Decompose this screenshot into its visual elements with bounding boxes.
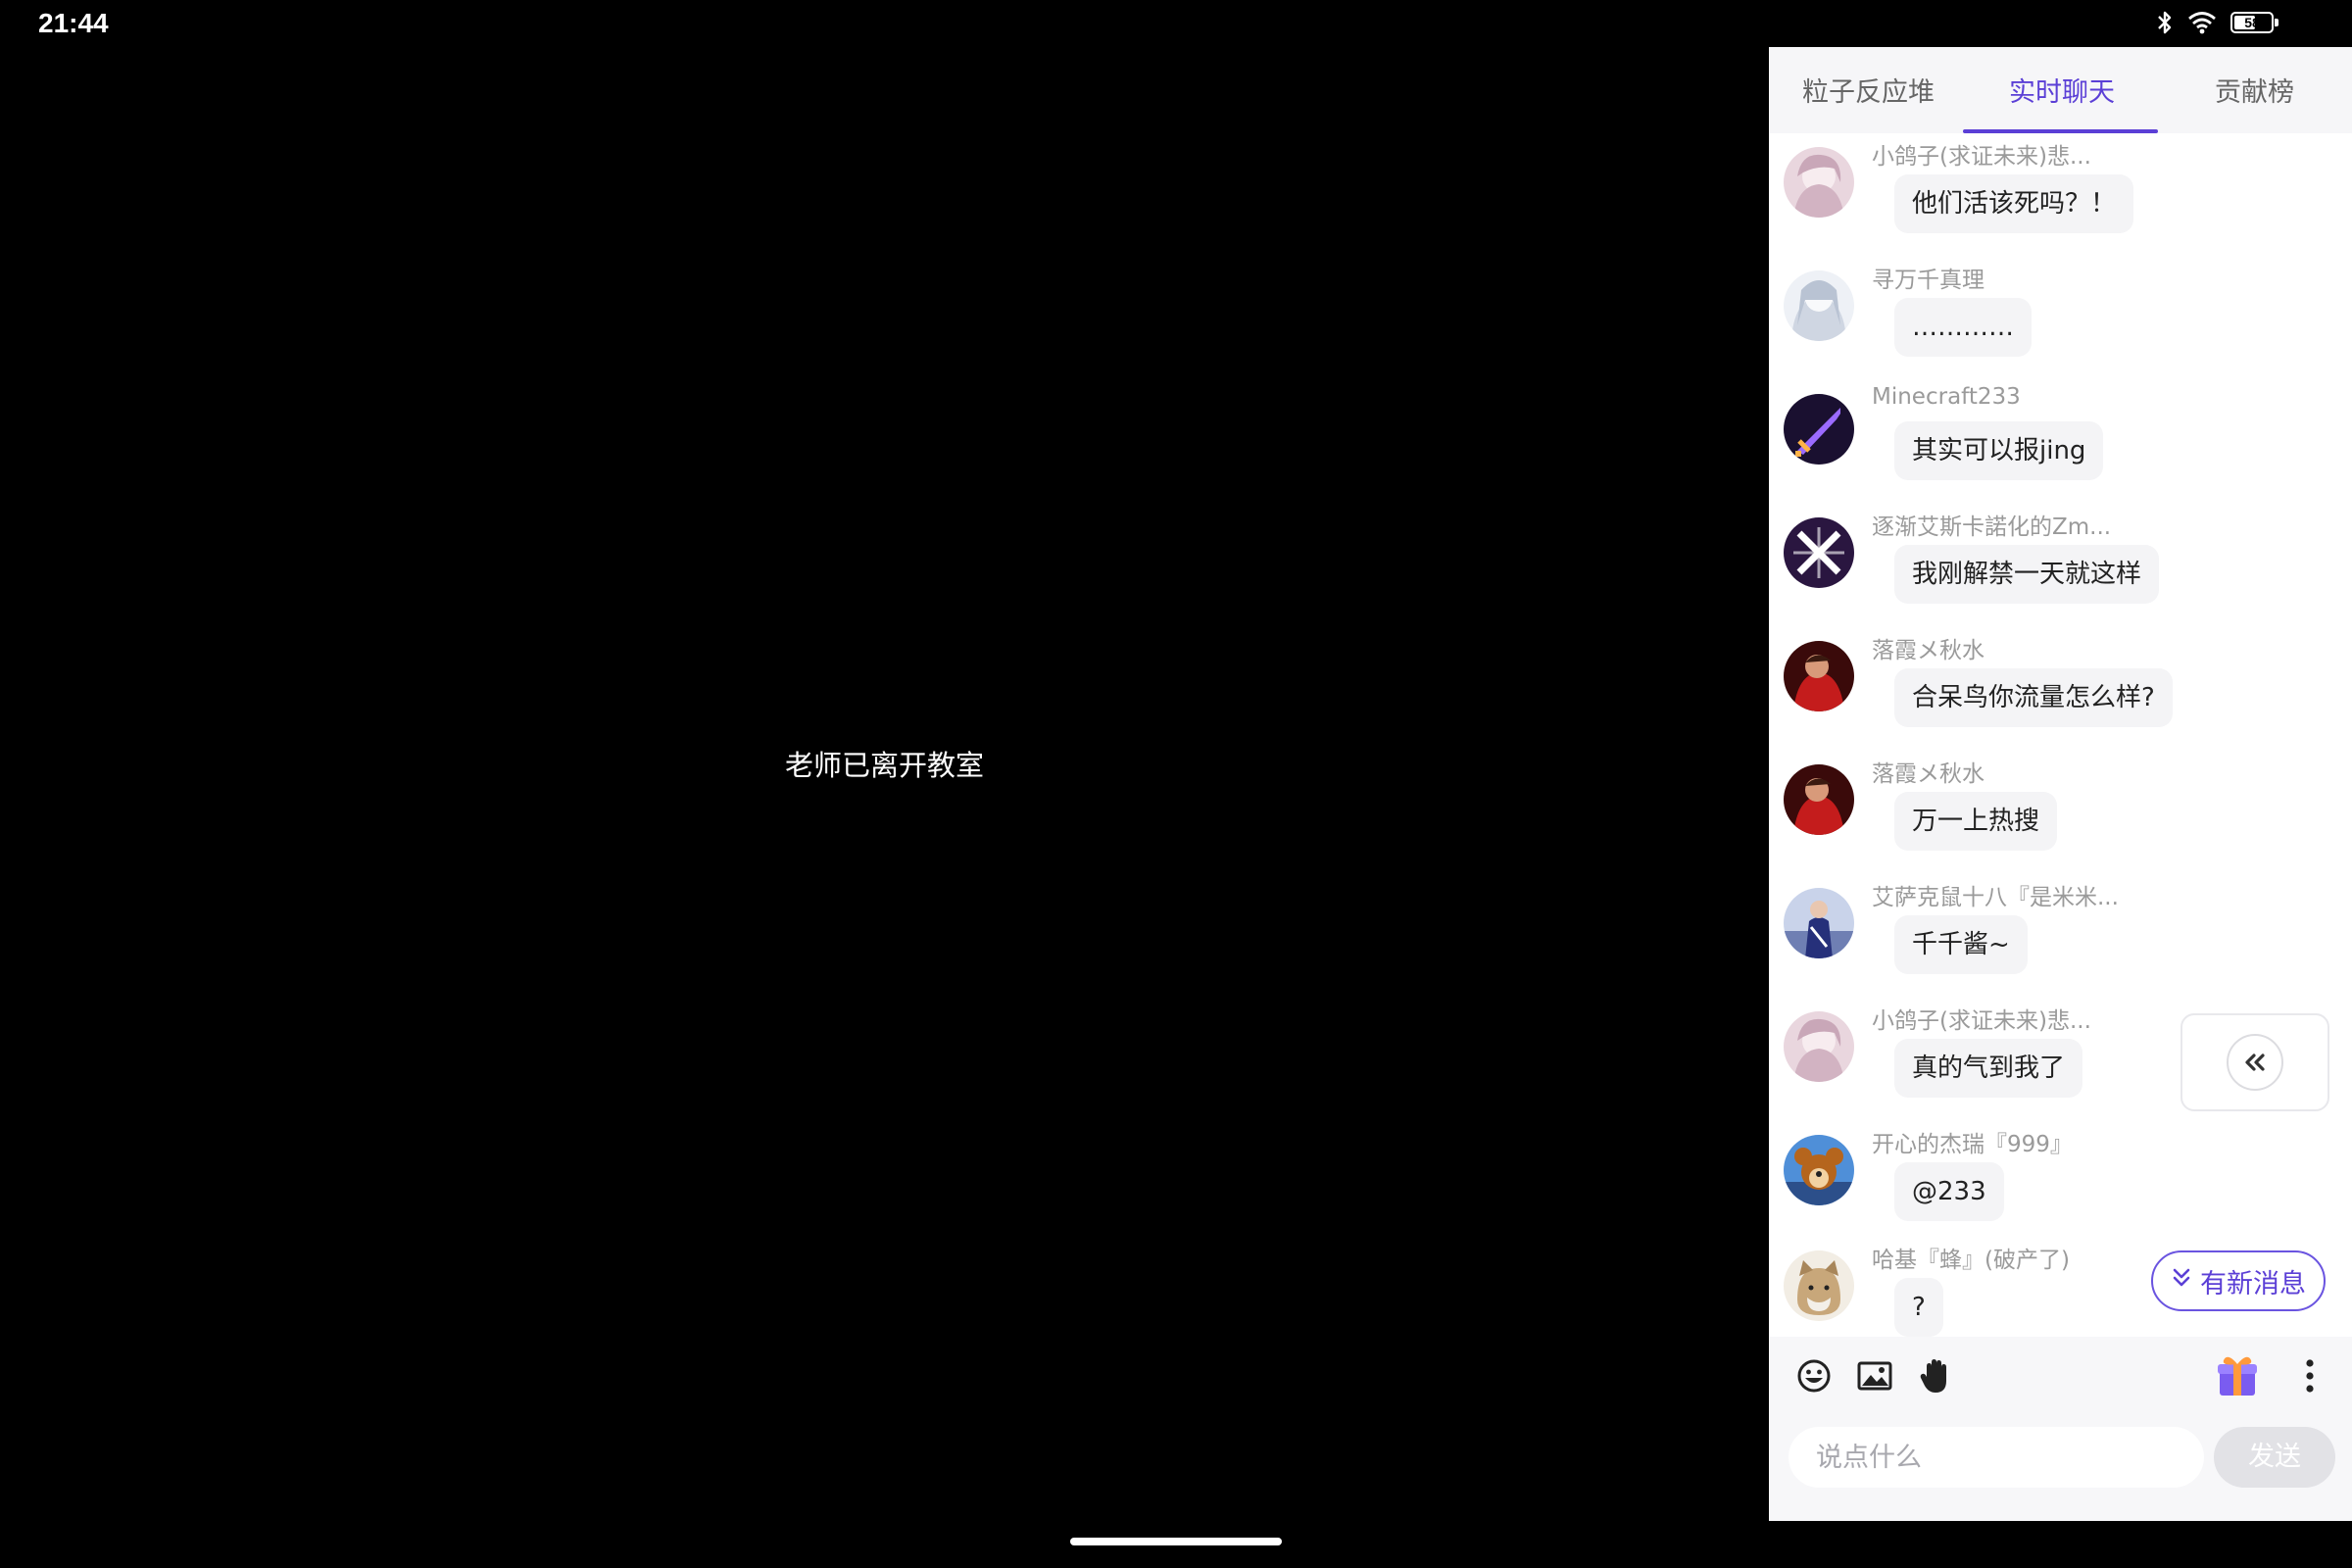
home-indicator[interactable] bbox=[1070, 1538, 1282, 1545]
chat-bubble: ? bbox=[1894, 1278, 1943, 1337]
chat-username[interactable]: 开心的杰瑞『999』 bbox=[1872, 1125, 2073, 1158]
image-icon[interactable] bbox=[1853, 1354, 1896, 1397]
chat-bubble: 合呆鸟你流量怎么样? bbox=[1894, 668, 2173, 727]
status-bar: 21:44 58 bbox=[0, 0, 2352, 47]
send-button[interactable]: 发送 bbox=[2214, 1427, 2335, 1488]
chat-bubble: 我刚解禁一天就这样 bbox=[1894, 545, 2160, 604]
avatar[interactable] bbox=[1784, 641, 1854, 711]
chat-message-list[interactable]: 小鸽子(求证未来)悲... 他们活该死吗？！ 寻万千真理 ………… Minecr… bbox=[1769, 133, 2352, 1337]
chat-username[interactable]: 逐渐艾斯卡諾化的Zm... bbox=[1872, 508, 2111, 541]
avatar[interactable] bbox=[1784, 764, 1854, 835]
collapse-panel-button[interactable] bbox=[2180, 1013, 2329, 1111]
battery-icon: 58 bbox=[2230, 12, 2278, 33]
chat-message: Minecraft233 其实可以报jing bbox=[1769, 384, 2352, 508]
chat-bubble: @233 bbox=[1894, 1162, 2004, 1221]
panel-tabs: 粒子反应堆 实时聊天 贡献榜 bbox=[1769, 47, 2352, 133]
tab-contribution-ranking[interactable]: 贡献榜 bbox=[2215, 71, 2294, 109]
chat-username[interactable]: 艾萨克鼠十八『是米米... bbox=[1872, 878, 2119, 911]
chat-username[interactable]: 落霞メ秋水 bbox=[1872, 631, 1984, 664]
chat-bubble: 他们活该死吗？！ bbox=[1894, 174, 2134, 233]
status-time: 21:44 bbox=[38, 8, 109, 38]
chat-message: 落霞メ秋水 万一上热搜 bbox=[1769, 755, 2352, 878]
tab-live-chat[interactable]: 实时聊天 bbox=[2009, 71, 2115, 109]
chat-bubble: 真的气到我了 bbox=[1894, 1039, 2083, 1098]
chat-message: 艾萨克鼠十八『是米米... 千千酱~ bbox=[1769, 878, 2352, 1002]
more-icon[interactable] bbox=[2288, 1354, 2331, 1397]
avatar[interactable] bbox=[1784, 394, 1854, 465]
chat-message: 寻万千真理 ………… bbox=[1769, 261, 2352, 384]
avatar[interactable] bbox=[1784, 270, 1854, 341]
chat-message: 小鸽子(求证未来)悲... 他们活该死吗？！ bbox=[1769, 137, 2352, 261]
chat-username[interactable]: 小鸽子(求证未来)悲... bbox=[1872, 137, 2091, 171]
chat-message: 逐渐艾斯卡諾化的Zm... 我刚解禁一天就这样 bbox=[1769, 508, 2352, 631]
chat-bubble: 其实可以报jing bbox=[1894, 421, 2104, 480]
chat-panel: 粒子反应堆 实时聊天 贡献榜 小鸽子(求证未来)悲... 他们活该死吗？！ 寻万… bbox=[1769, 47, 2352, 1521]
chat-bubble: ………… bbox=[1894, 298, 2032, 357]
avatar[interactable] bbox=[1784, 1135, 1854, 1205]
wifi-icon bbox=[2187, 11, 2217, 34]
chat-username[interactable]: Minecraft233 bbox=[1872, 384, 2021, 410]
chevrons-left-icon bbox=[2227, 1034, 2283, 1091]
chat-input-toolbar: 发送 bbox=[1769, 1337, 2352, 1521]
chat-message: 开心的杰瑞『999』 @233 bbox=[1769, 1125, 2352, 1249]
avatar[interactable] bbox=[1784, 1011, 1854, 1082]
teacher-left-message: 老师已离开教室 bbox=[784, 749, 984, 782]
gift-icon[interactable] bbox=[2212, 1350, 2263, 1401]
tab-particle-reactor[interactable]: 粒子反应堆 bbox=[1802, 71, 1935, 109]
avatar[interactable] bbox=[1784, 147, 1854, 218]
chevrons-down-icon bbox=[2171, 1266, 2192, 1297]
battery-level: 58 bbox=[2244, 15, 2260, 30]
avatar[interactable] bbox=[1784, 888, 1854, 958]
chat-username[interactable]: 寻万千真理 bbox=[1872, 261, 1984, 294]
emoji-icon[interactable] bbox=[1792, 1354, 1836, 1397]
new-messages-button[interactable]: 有新消息 bbox=[2151, 1250, 2326, 1311]
chat-message: 落霞メ秋水 合呆鸟你流量怎么样? bbox=[1769, 631, 2352, 755]
chat-username[interactable]: 哈基『蜂』(破产了) bbox=[1872, 1241, 2070, 1274]
chat-message-input[interactable] bbox=[1788, 1427, 2204, 1488]
system-icons: 58 bbox=[2156, 10, 2278, 35]
chat-username[interactable]: 落霞メ秋水 bbox=[1872, 755, 1984, 788]
video-stage[interactable]: 老师已离开教室 bbox=[0, 47, 1769, 1521]
new-messages-label: 有新消息 bbox=[2200, 1268, 2306, 1299]
chat-bubble: 千千酱~ bbox=[1894, 915, 2028, 974]
raise-hand-icon[interactable] bbox=[1914, 1354, 1957, 1397]
chat-username[interactable]: 小鸽子(求证未来)悲... bbox=[1872, 1002, 2091, 1035]
chat-bubble: 万一上热搜 bbox=[1894, 792, 2058, 851]
avatar[interactable] bbox=[1784, 517, 1854, 588]
bluetooth-icon bbox=[2156, 10, 2174, 35]
avatar[interactable] bbox=[1784, 1250, 1854, 1321]
